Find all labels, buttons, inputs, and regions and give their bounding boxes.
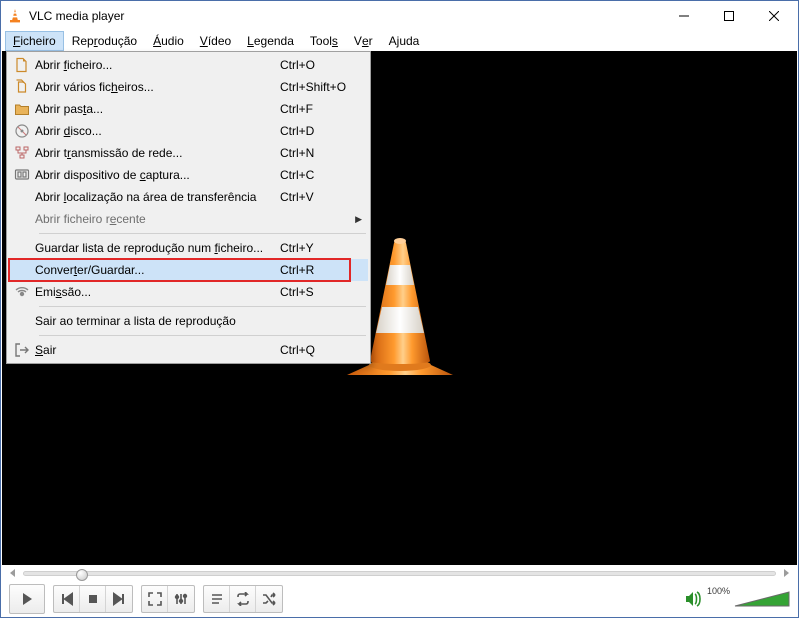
playlist-group <box>203 585 283 613</box>
menu-1[interactable]: Reprodução <box>64 31 145 51</box>
playlist-button[interactable] <box>204 586 230 612</box>
menu-item-2[interactable]: Abrir pasta...Ctrl+F <box>9 98 368 120</box>
loop-button[interactable] <box>230 586 256 612</box>
play-group <box>9 584 45 614</box>
menu-item-5[interactable]: Abrir dispositivo de captura...Ctrl+C <box>9 164 368 186</box>
volume-label: 100% <box>707 586 730 596</box>
maximize-button[interactable] <box>706 1 751 31</box>
menu-item-label: Emissão... <box>35 285 280 299</box>
close-button[interactable] <box>751 1 796 31</box>
seek-track[interactable] <box>23 571 776 576</box>
window-title: VLC media player <box>29 9 661 23</box>
menu-item-label: Abrir ficheiro... <box>35 58 280 72</box>
menu-item-shortcut: Ctrl+R <box>280 263 360 277</box>
volume-slider[interactable] <box>734 589 790 609</box>
menu-item-7: Abrir ficheiro recente ▶ <box>9 208 368 230</box>
menu-3[interactable]: Vídeo <box>192 31 239 51</box>
seek-bar[interactable] <box>9 569 790 577</box>
capture-icon <box>9 167 35 183</box>
menu-item-shortcut: Ctrl+S <box>280 285 360 299</box>
window-controls <box>661 1 796 31</box>
menu-item-6[interactable]: Abrir localização na área de transferênc… <box>9 186 368 208</box>
seek-start-icon <box>9 569 17 577</box>
menu-item-label: Abrir disco... <box>35 124 280 138</box>
menu-2[interactable]: Áudio <box>145 31 192 51</box>
menu-0[interactable]: Ficheiro <box>5 31 64 51</box>
minimize-button[interactable] <box>661 1 706 31</box>
nav-group <box>53 585 133 613</box>
seek-handle[interactable] <box>76 569 88 581</box>
folder-icon <box>9 101 35 117</box>
menu-item-3[interactable]: Abrir disco...Ctrl+D <box>9 120 368 142</box>
file-icon <box>9 57 35 73</box>
menu-bar: FicheiroReproduçãoÁudioVídeoLegendaTools… <box>1 31 798 51</box>
menu-item-label: Abrir localização na área de transferênc… <box>35 190 280 204</box>
menu-item-label: Abrir vários ficheiros... <box>35 80 280 94</box>
play-button[interactable] <box>10 585 44 613</box>
chevron-right-icon: ▶ <box>355 214 362 225</box>
menu-item-label: Abrir ficheiro recente <box>35 212 280 226</box>
shuffle-button[interactable] <box>256 586 282 612</box>
menu-item-0[interactable]: Abrir ficheiro...Ctrl+O <box>9 54 368 76</box>
menu-item-label: Sair ao terminar a lista de reprodução <box>35 314 280 328</box>
seek-end-icon <box>782 569 790 577</box>
volume-control: 100% <box>683 589 790 609</box>
menu-item-15[interactable]: SairCtrl+Q <box>9 339 368 361</box>
menu-4[interactable]: Legenda <box>239 31 302 51</box>
menu-item-10[interactable]: Converter/Guardar...Ctrl+R <box>9 259 368 281</box>
menu-item-1[interactable]: Abrir vários ficheiros...Ctrl+Shift+O <box>9 76 368 98</box>
menu-item-shortcut: Ctrl+N <box>280 146 360 160</box>
menu-separator <box>39 233 366 234</box>
menu-item-shortcut: Ctrl+C <box>280 168 360 182</box>
menu-item-label: Converter/Guardar... <box>35 263 280 277</box>
menu-item-label: Abrir transmissão de rede... <box>35 146 280 160</box>
menu-item-shortcut: Ctrl+Y <box>280 241 360 255</box>
menu-item-4[interactable]: Abrir transmissão de rede...Ctrl+N <box>9 142 368 164</box>
menu-item-label: Sair <box>35 343 280 357</box>
previous-button[interactable] <box>54 586 80 612</box>
fullscreen-button[interactable] <box>142 586 168 612</box>
menu-item-9[interactable]: Guardar lista de reprodução num ficheiro… <box>9 237 368 259</box>
menu-7[interactable]: Ajuda <box>381 31 428 51</box>
speaker-icon[interactable] <box>683 589 703 609</box>
extended-settings-button[interactable] <box>168 586 194 612</box>
menu-separator <box>39 306 366 307</box>
menu-item-11[interactable]: Emissão...Ctrl+S <box>9 281 368 303</box>
menu-6[interactable]: Ver <box>346 31 381 51</box>
network-icon <box>9 145 35 161</box>
menu-item-13[interactable]: Sair ao terminar a lista de reprodução <box>9 310 368 332</box>
menu-item-shortcut: Ctrl+Q <box>280 343 360 357</box>
control-bar: 100% <box>1 581 798 617</box>
menu-item-shortcut: Ctrl+F <box>280 102 360 116</box>
disc-icon <box>9 123 35 139</box>
stop-button[interactable] <box>80 586 106 612</box>
menu-item-shortcut: Ctrl+O <box>280 58 360 72</box>
menu-item-shortcut: Ctrl+D <box>280 124 360 138</box>
menu-5[interactable]: Tools <box>302 31 346 51</box>
menu-item-label: Guardar lista de reprodução num ficheiro… <box>35 241 280 255</box>
menu-item-label: Abrir pasta... <box>35 102 280 116</box>
stream-icon <box>9 284 35 300</box>
title-bar: VLC media player <box>1 1 798 31</box>
view-group <box>141 585 195 613</box>
exit-icon <box>9 342 35 358</box>
menu-item-label: Abrir dispositivo de captura... <box>35 168 280 182</box>
vlc-cone-icon <box>7 8 23 24</box>
file-menu-dropdown: Abrir ficheiro...Ctrl+OAbrir vários fich… <box>6 51 371 364</box>
files-icon <box>9 79 35 95</box>
menu-item-shortcut: Ctrl+Shift+O <box>280 80 360 94</box>
next-button[interactable] <box>106 586 132 612</box>
menu-item-shortcut: Ctrl+V <box>280 190 360 204</box>
menu-separator <box>39 335 366 336</box>
